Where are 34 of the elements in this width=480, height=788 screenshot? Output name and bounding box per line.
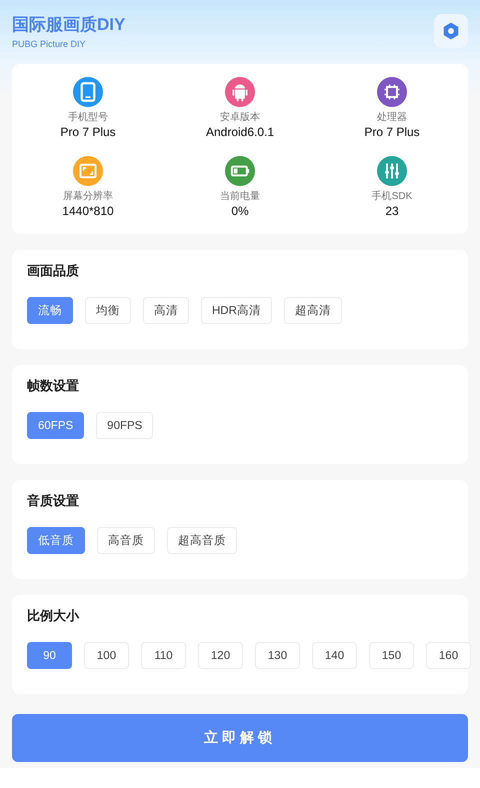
option-chip[interactable]: 均衡 [85, 297, 131, 324]
info-value: 1440*810 [62, 202, 114, 218]
option-chip[interactable]: 高音质 [97, 527, 155, 554]
info-label: 手机SDK [372, 190, 412, 202]
section-title: 音质设置 [27, 492, 80, 510]
info-label: 安卓版本 [220, 111, 260, 124]
info-value: 23 [385, 202, 399, 218]
option-chip[interactable]: 150 [369, 642, 414, 669]
option-chip[interactable]: 100 [84, 642, 129, 669]
option-chip[interactable]: 160 [426, 642, 471, 669]
option-chip[interactable]: 110 [141, 642, 186, 669]
section-title: 帧数设置 [27, 377, 80, 395]
option-chip[interactable]: 140 [312, 642, 357, 669]
info-value: 0% [231, 202, 249, 218]
option-chip[interactable]: 超高清 [284, 297, 342, 324]
info-value: Pro 7 Plus [60, 124, 116, 140]
app-title: 国际服画质DIY [12, 14, 126, 36]
section-title: 画面品质 [27, 262, 80, 280]
info-label: 处理器 [377, 111, 407, 124]
settings-icon [441, 21, 461, 41]
info-value: Android6.0.1 [206, 124, 274, 140]
info-label: 屏幕分辨率 [63, 190, 113, 202]
info-label: 当前电量 [220, 190, 260, 202]
app-subtitle: PUBG Picture DIY [12, 39, 87, 49]
settings-button[interactable] [434, 14, 468, 48]
option-chip[interactable]: 90FPS [96, 412, 154, 439]
option-chip[interactable]: 高清 [143, 297, 189, 324]
option-chip[interactable]: 120 [198, 642, 243, 669]
info-label: 手机型号 [68, 111, 108, 124]
option-chip[interactable]: 130 [255, 642, 300, 669]
option-chip[interactable]: 超高音质 [167, 527, 237, 554]
section-title: 比例大小 [27, 607, 80, 625]
option-chip[interactable]: HDR高清 [201, 297, 272, 324]
info-value: Pro 7 Plus [364, 124, 420, 140]
